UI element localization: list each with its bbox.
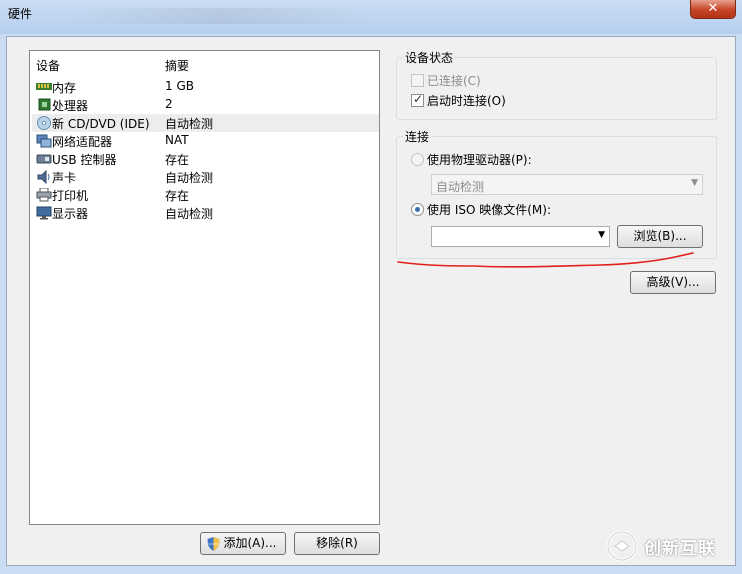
window-title: 硬件 [8, 7, 33, 21]
device-name: 显示器 [52, 207, 89, 221]
device-summary: NAT [165, 133, 189, 147]
device-row-printer[interactable]: 打印机 存在 [32, 186, 379, 204]
physical-drive-select[interactable]: 自动检测 ▼ [431, 174, 703, 195]
device-name: 网络适配器 [52, 135, 113, 149]
connect-at-power-on-label: 启动时连接(O) [427, 94, 506, 108]
radio-selected-dot [415, 207, 420, 212]
iso-file-radio[interactable] [411, 203, 424, 216]
device-status-legend: 设备状态 [403, 49, 456, 66]
physical-drive-value: 自动检测 [436, 180, 485, 194]
printer-icon [36, 188, 52, 202]
device-summary: 存在 [165, 189, 190, 203]
device-row-network-adapter[interactable]: 网络适配器 NAT [32, 132, 379, 150]
device-summary: 1 GB [165, 79, 194, 93]
device-summary: 自动检测 [165, 171, 214, 185]
device-summary: 存在 [165, 153, 190, 167]
dialog-body: 设备 摘要 内存 1 GB 处理器 2 新 CD/DVD (IDE) 自动检测 … [6, 36, 736, 566]
close-icon: ✕ [707, 1, 719, 16]
device-row-usb[interactable]: USB 控制器 存在 [32, 150, 379, 168]
iso-file-input[interactable]: ▼ [431, 226, 610, 247]
device-list-header: 设备 摘要 [30, 57, 379, 73]
physical-drive-radio[interactable] [411, 153, 424, 166]
device-summary: 自动检测 [165, 207, 214, 221]
add-button[interactable]: 添加(A)... [200, 532, 286, 555]
device-name: 声卡 [52, 171, 77, 185]
chevron-down-icon: ▼ [691, 178, 698, 188]
advanced-button-label: 高级(V)... [646, 275, 700, 289]
watermark-text: 创新互联 [644, 539, 716, 559]
device-name: 打印机 [52, 189, 89, 203]
browse-button-label: 浏览(B)... [633, 229, 687, 243]
device-status-group: 设备状态 已连接(C) ✓ 启动时连接(O) [396, 49, 717, 120]
sound-card-icon [37, 170, 50, 184]
device-row-cd-dvd[interactable]: 新 CD/DVD (IDE) 自动检测 [32, 114, 379, 132]
device-row-processor[interactable]: 处理器 2 [32, 96, 379, 114]
connected-label: 已连接(C) [427, 74, 481, 88]
memory-icon [36, 83, 52, 90]
chevron-down-icon: ▼ [598, 230, 605, 240]
shield-icon [207, 537, 220, 551]
column-header-device[interactable]: 设备 [36, 57, 60, 74]
device-row-sound-card[interactable]: 声卡 自动检测 [32, 168, 379, 186]
checkmark-icon: ✓ [413, 92, 424, 106]
device-name: 新 CD/DVD (IDE) [52, 117, 150, 131]
device-list[interactable]: 设备 摘要 内存 1 GB 处理器 2 新 CD/DVD (IDE) 自动检测 … [29, 50, 380, 525]
physical-drive-label: 使用物理驱动器(P): [427, 153, 532, 167]
remove-button-label: 移除(R) [316, 536, 358, 550]
device-name: 处理器 [52, 99, 89, 113]
iso-file-label: 使用 ISO 映像文件(M): [427, 203, 551, 217]
title-bar: 硬件 [0, 0, 742, 34]
device-summary: 2 [165, 97, 173, 111]
processor-icon [38, 98, 51, 111]
usb-icon [36, 154, 52, 164]
connect-at-power-on-checkbox[interactable]: ✓ [411, 92, 424, 107]
device-row-memory[interactable]: 内存 1 GB [32, 78, 379, 96]
network-adapter-icon [36, 134, 52, 148]
connection-legend: 连接 [403, 128, 432, 145]
close-button[interactable]: ✕ [690, 0, 736, 19]
device-row-display[interactable]: 显示器 自动检测 [32, 204, 379, 222]
browse-button[interactable]: 浏览(B)... [617, 225, 703, 248]
connection-group: 连接 使用物理驱动器(P): 自动检测 ▼ 使用 ISO 映像文件(M): ▼ … [396, 128, 717, 259]
watermark: 创新互联 [606, 528, 736, 564]
cd-dvd-icon [37, 116, 51, 130]
device-name: 内存 [52, 81, 77, 95]
advanced-button[interactable]: 高级(V)... [630, 271, 716, 294]
connected-checkbox[interactable] [411, 74, 424, 87]
column-header-summary[interactable]: 摘要 [165, 57, 189, 74]
device-name: USB 控制器 [52, 153, 117, 167]
remove-button[interactable]: 移除(R) [294, 532, 380, 555]
background-tabs [70, 8, 370, 24]
watermark-logo-icon [606, 530, 638, 562]
device-summary: 自动检测 [165, 117, 214, 131]
display-icon [36, 206, 52, 220]
